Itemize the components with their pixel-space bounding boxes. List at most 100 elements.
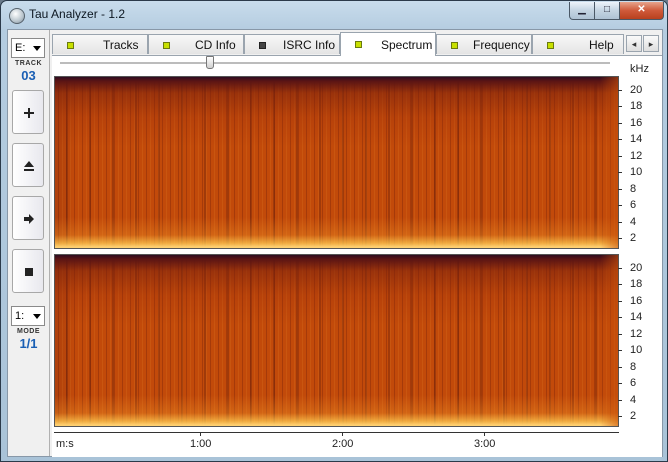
x-tick-label: 2:00 <box>332 438 354 450</box>
chevron-down-icon <box>33 314 41 319</box>
tab-strip: Tracks CD Info ISRC Info Spectrum Freque… <box>52 32 660 56</box>
spectrogram-left-channel <box>54 76 619 249</box>
status-indicator-icon <box>547 42 554 49</box>
tab-isrc-info[interactable]: ISRC Info <box>244 34 340 54</box>
track-label: TRACK <box>15 60 42 67</box>
spectrum-panel: kHz 20 18 16 14 12 10 8 6 4 2 20 18 16 14 12 10 8 6 4 2 m:… <box>52 55 662 457</box>
y-tick-label: 20 <box>630 262 643 274</box>
y-tick-mark <box>618 333 622 335</box>
title-bar[interactable]: Tau Analyzer - 1.2 ▁ □ ✕ <box>1 1 667 29</box>
minimize-button[interactable]: ▁ <box>569 2 595 20</box>
y-tick-mark <box>618 106 622 108</box>
add-button[interactable] <box>12 90 44 134</box>
tab-scroll-left-button[interactable]: ◂ <box>626 35 642 52</box>
stop-button[interactable] <box>12 249 44 293</box>
eject-icon <box>24 161 34 171</box>
window-title: Tau Analyzer - 1.2 <box>29 7 126 21</box>
y-tick-mark <box>618 172 622 174</box>
mode-select[interactable]: 1: <box>11 306 45 326</box>
x-tick-label: 1:00 <box>190 438 212 450</box>
y-tick-label: 4 <box>630 393 637 406</box>
track-number: 03 <box>21 68 36 83</box>
y-tick-label: 8 <box>630 182 637 195</box>
y-tick-label: 20 <box>630 84 643 96</box>
y-tick-mark <box>618 90 622 91</box>
y-tick-label: 14 <box>630 133 643 146</box>
y-tick-label: 18 <box>630 278 643 291</box>
tab-label: ISRC Info <box>283 38 336 52</box>
tab-label: Frequency <box>473 38 530 52</box>
y-tick-label: 12 <box>630 327 643 340</box>
y-tick-mark <box>618 268 622 269</box>
x-tick-mark <box>200 432 201 436</box>
x-tick-mark <box>484 432 485 436</box>
tab-label: Help <box>589 38 614 52</box>
y-tick-mark <box>618 122 622 124</box>
x-tick-mark <box>342 432 343 436</box>
y-tick-label: 2 <box>630 232 637 245</box>
y-tick-mark <box>618 155 622 157</box>
y-tick-label: 14 <box>630 311 643 324</box>
y-tick-mark <box>618 238 622 240</box>
eject-button[interactable] <box>12 143 44 187</box>
zoom-slider-track[interactable] <box>60 62 610 65</box>
mode-value: 1/1 <box>19 336 38 351</box>
y-tick-label: 16 <box>630 116 643 129</box>
y-tick-mark <box>618 383 622 385</box>
status-indicator-icon <box>355 41 362 48</box>
y-axis-unit: kHz <box>630 63 649 75</box>
y-tick-mark <box>618 205 622 207</box>
y-tick-mark <box>618 284 622 286</box>
y-tick-label: 18 <box>630 100 643 113</box>
y-tick-label: 2 <box>630 410 637 423</box>
play-button[interactable] <box>12 196 44 240</box>
y-tick-label: 4 <box>630 215 637 228</box>
chevron-down-icon <box>33 46 41 51</box>
y-tick-mark <box>618 399 622 401</box>
y-tick-mark <box>618 366 622 368</box>
y-tick-label: 10 <box>630 166 643 179</box>
x-axis-unit: m:s <box>56 438 74 450</box>
y-tick-label: 6 <box>630 377 637 390</box>
drive-select[interactable]: E: <box>11 38 45 58</box>
drive-select-value: E: <box>15 42 26 54</box>
spectrogram-right-channel <box>54 254 619 427</box>
tab-cd-info[interactable]: CD Info <box>148 34 244 54</box>
y-tick-label: 10 <box>630 344 643 357</box>
status-indicator-icon <box>163 42 170 49</box>
y-tick-label: 16 <box>630 294 643 307</box>
arrow-right-icon <box>24 214 34 224</box>
status-indicator-icon <box>451 42 458 49</box>
tab-help[interactable]: Help <box>532 34 624 54</box>
tab-label: Spectrum <box>381 38 433 52</box>
y-tick-mark <box>618 221 622 223</box>
tab-scroll-right-button[interactable]: ▸ <box>643 35 659 52</box>
y-tick-mark <box>618 300 622 302</box>
mode-label: MODE <box>17 328 40 335</box>
left-control-panel: E: TRACK 03 1: MODE 1/1 <box>8 30 50 456</box>
y-tick-label: 8 <box>630 360 637 373</box>
y-tick-mark <box>618 416 622 418</box>
mode-select-value: 1: <box>15 310 25 322</box>
y-tick-mark <box>618 350 622 352</box>
tab-label: Tracks <box>103 38 139 52</box>
status-indicator-icon <box>259 42 266 49</box>
tab-label: CD Info <box>195 38 236 52</box>
y-tick-label: 12 <box>630 149 643 162</box>
client-area: E: TRACK 03 1: MODE 1/1 Tracks CD Info I… <box>7 29 663 457</box>
zoom-slider-thumb[interactable] <box>206 56 214 69</box>
plus-icon <box>24 108 34 118</box>
tab-frequency[interactable]: Frequency <box>436 34 532 54</box>
y-tick-label: 6 <box>630 199 637 212</box>
x-tick-label: 3:00 <box>474 438 496 450</box>
x-axis: m:s 1:00 2:00 3:00 <box>54 432 619 454</box>
close-button[interactable]: ✕ <box>619 2 664 20</box>
app-logo-icon[interactable] <box>9 8 25 24</box>
tab-spectrum[interactable]: Spectrum <box>340 32 436 56</box>
stop-icon <box>25 268 33 276</box>
tab-tracks[interactable]: Tracks <box>52 34 148 54</box>
y-tick-mark <box>618 139 622 141</box>
maximize-button[interactable]: □ <box>594 2 620 20</box>
y-tick-mark <box>618 317 622 319</box>
app-window: Tau Analyzer - 1.2 ▁ □ ✕ E: TRACK 03 1: … <box>0 0 668 462</box>
